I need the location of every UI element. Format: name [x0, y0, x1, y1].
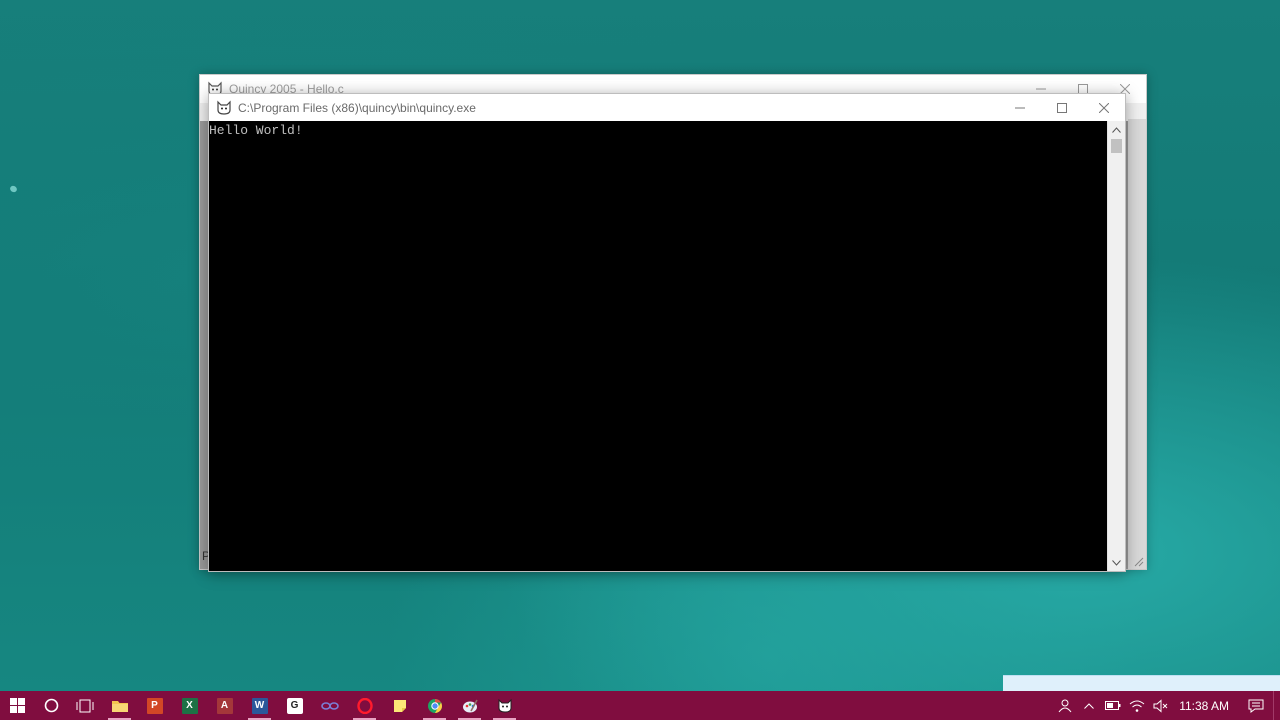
console-close-button[interactable]: [1083, 94, 1125, 121]
taskbar-app-paint[interactable]: [452, 691, 487, 720]
close-icon: [1099, 102, 1109, 113]
word-icon: W: [251, 697, 268, 714]
scroll-down-button[interactable]: [1108, 554, 1125, 571]
battery-button[interactable]: [1101, 691, 1125, 720]
wifi-icon: [1129, 700, 1145, 712]
access-icon: A: [216, 697, 233, 714]
windows-logo-icon: [9, 698, 25, 713]
scroll-thumb[interactable]: [1111, 139, 1122, 153]
chevron-up-icon: [1084, 702, 1095, 709]
cortana-button[interactable]: [34, 691, 68, 720]
taskbar-app-opera[interactable]: [347, 691, 382, 720]
resize-grip-icon[interactable]: [1134, 557, 1144, 567]
volume-muted-icon: [1153, 698, 1168, 713]
sticky-note-icon: [393, 699, 406, 712]
scroll-up-button[interactable]: [1108, 121, 1125, 138]
battery-icon: [1105, 701, 1121, 710]
chevron-up-icon: [1112, 126, 1121, 133]
action-center-button[interactable]: [1239, 691, 1273, 720]
chevron-down-icon: [1112, 559, 1121, 566]
show-hidden-icons-button[interactable]: [1077, 691, 1101, 720]
powerpoint-icon: P: [146, 697, 163, 714]
notification-strip: [1003, 675, 1280, 692]
console-title: C:\Program Files (x86)\quincy\bin\quincy…: [238, 100, 476, 115]
volume-button[interactable]: [1149, 691, 1173, 720]
start-button[interactable]: [0, 691, 34, 720]
g-app-icon: G: [286, 697, 303, 714]
taskbar-app-chrome[interactable]: [417, 691, 452, 720]
task-view-button[interactable]: [68, 691, 102, 720]
task-view-icon: [76, 699, 94, 712]
taskbar-clock[interactable]: 11:38 AM: [1173, 699, 1239, 713]
notification-icon: [1248, 699, 1264, 713]
console-window[interactable]: C:\Program Files (x86)\quincy\bin\quincy…: [208, 93, 1126, 572]
console-maximize-button[interactable]: [1041, 94, 1083, 121]
console-output-text: Hello World!: [209, 123, 303, 138]
chrome-icon: [427, 698, 442, 713]
taskbar-app-file-explorer[interactable]: [102, 691, 137, 720]
system-tray: 11:38 AM: [1053, 691, 1280, 720]
console-cat-icon: [216, 100, 232, 116]
opera-icon: [356, 697, 373, 714]
show-desktop-button[interactable]: [1273, 691, 1280, 720]
paint-palette-icon: [462, 699, 478, 712]
taskbar-app-powerpoint[interactable]: P: [137, 691, 172, 720]
taskbar: P X A W G 11:38 AM: [0, 691, 1280, 720]
taskbar-app-access[interactable]: A: [207, 691, 242, 720]
console-minimize-button[interactable]: [999, 94, 1041, 121]
excel-icon: X: [181, 697, 198, 714]
taskbar-app-excel[interactable]: X: [172, 691, 207, 720]
quincy-cat-icon: [498, 698, 511, 713]
taskbar-app-word[interactable]: W: [242, 691, 277, 720]
minimize-icon: [1015, 107, 1025, 108]
maximize-icon: [1057, 102, 1067, 113]
taskbar-app-quincy[interactable]: [487, 691, 522, 720]
console-titlebar[interactable]: C:\Program Files (x86)\quincy\bin\quincy…: [209, 94, 1125, 121]
console-scrollbar[interactable]: [1107, 121, 1125, 571]
people-button[interactable]: [1053, 691, 1077, 720]
people-icon: [1058, 699, 1072, 712]
taskbar-app-sticky-notes[interactable]: [382, 691, 417, 720]
desktop-speck: [8, 184, 19, 194]
infinity-link-icon: [320, 701, 339, 710]
cortana-circle-icon: [44, 698, 58, 713]
quincy-right-edge: [1128, 119, 1146, 569]
taskbar-app-g[interactable]: G: [277, 691, 312, 720]
console-output-area[interactable]: Hello World!: [209, 121, 1107, 571]
taskbar-app-link[interactable]: [312, 691, 347, 720]
network-button[interactable]: [1125, 691, 1149, 720]
folder-icon: [111, 700, 128, 712]
